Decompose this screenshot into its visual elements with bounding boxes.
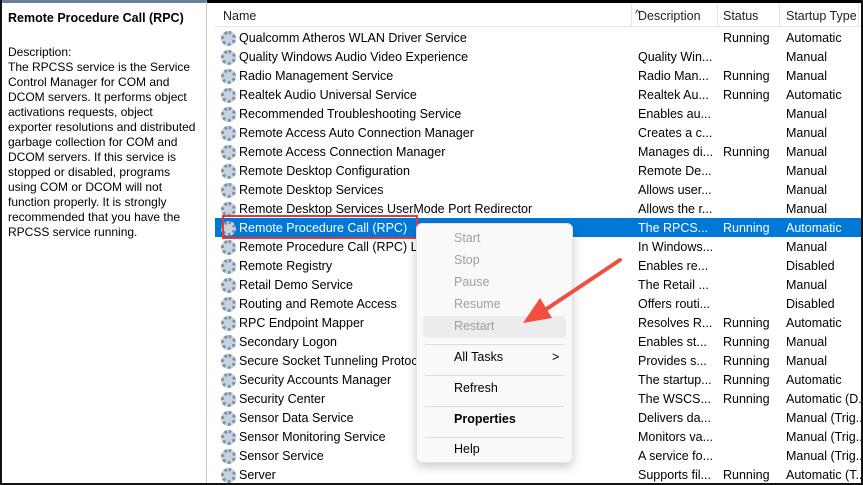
window-frame	[0, 0, 863, 485]
